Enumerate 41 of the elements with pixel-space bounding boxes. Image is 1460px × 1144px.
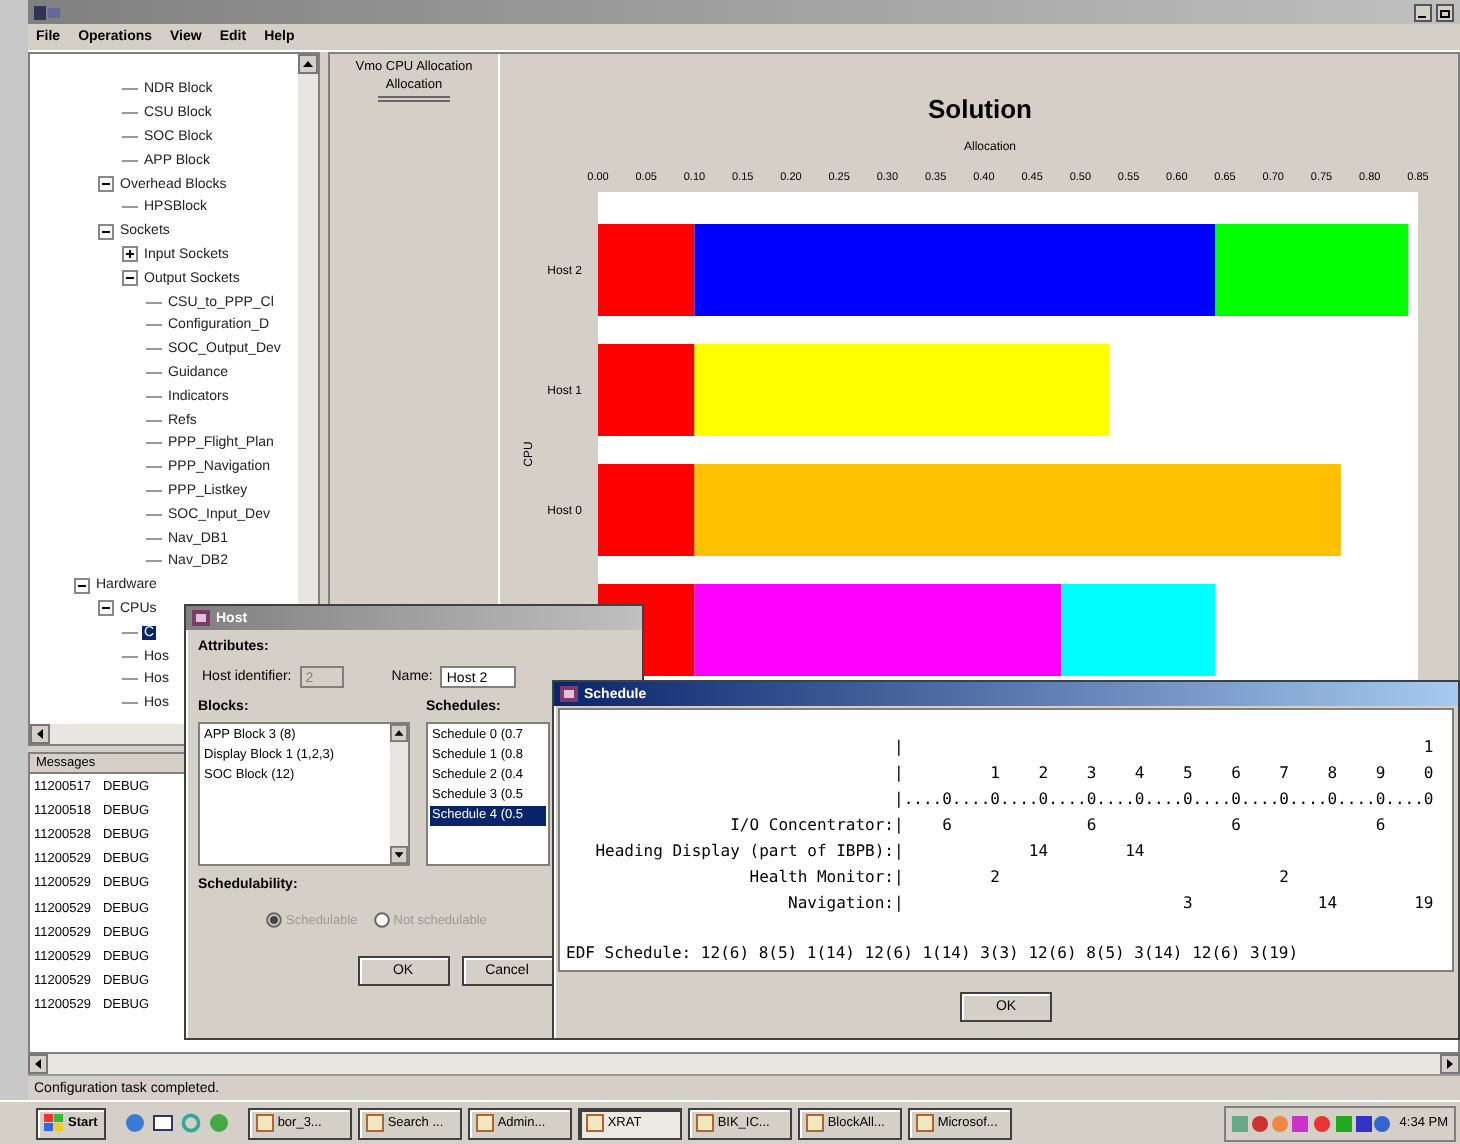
timeline-text: |....0....0....0....0....0....0....0....0....0....0....0 (894, 790, 1434, 808)
expander-icon[interactable] (122, 246, 138, 263)
timeline-text: | 3 14 19 (894, 894, 1434, 912)
expander-icon[interactable] (98, 600, 114, 617)
app-icon (34, 3, 62, 21)
timeline-text: | 1 2 3 4 5 6 7 8 9 0 (894, 764, 1434, 782)
expander-icon[interactable] (74, 577, 90, 594)
timeline-text: | 2 2 (894, 868, 1289, 886)
flag-icon (44, 1114, 64, 1132)
timeline-text: | 6 6 6 6 (894, 816, 1386, 834)
scroll-right-icon[interactable] (1440, 1054, 1460, 1074)
app-icon (560, 686, 578, 702)
scroll-up-icon[interactable] (298, 54, 318, 74)
desktop-icon[interactable] (151, 1112, 174, 1134)
row-label: Health Monitor: (749, 868, 894, 886)
row-label: I/O Concentrator: (730, 816, 894, 834)
row-label: Heading Display (part of IBPB): (595, 842, 894, 860)
window-icon (585, 1114, 604, 1132)
window-icon (695, 1114, 714, 1132)
window-icon (365, 1114, 384, 1132)
expander-icon[interactable] (122, 270, 138, 287)
schedule-text: EDF Schedule: 12(6) 8(5) 1(14) 12(6) 1(14) 3(3) 12(6) 8(5) 3(14) 12(6) 3(19) (564, 944, 1301, 962)
window-icon (475, 1114, 494, 1132)
row-label: Navigation: (788, 894, 894, 912)
minimize-icon[interactable] (1414, 3, 1432, 21)
scroll-left-icon[interactable] (30, 724, 50, 744)
restore-icon[interactable] (1436, 3, 1454, 21)
scroll-down-icon[interactable] (390, 846, 408, 864)
window-icon (915, 1114, 934, 1132)
expander-icon[interactable] (98, 223, 114, 240)
timeline-text: | 14 14 (894, 842, 1145, 860)
app-icon (192, 610, 210, 626)
chart-title: Solution (928, 94, 1032, 124)
scrollbar[interactable] (28, 1054, 1460, 1074)
scrollbar[interactable] (390, 724, 408, 864)
timeline-text: | 1 (894, 738, 1434, 756)
window-icon (255, 1114, 274, 1132)
scroll-up-icon[interactable] (390, 724, 408, 742)
scroll-left-icon[interactable] (28, 1054, 48, 1074)
window-icon (805, 1114, 824, 1132)
expander-icon[interactable] (98, 176, 114, 193)
